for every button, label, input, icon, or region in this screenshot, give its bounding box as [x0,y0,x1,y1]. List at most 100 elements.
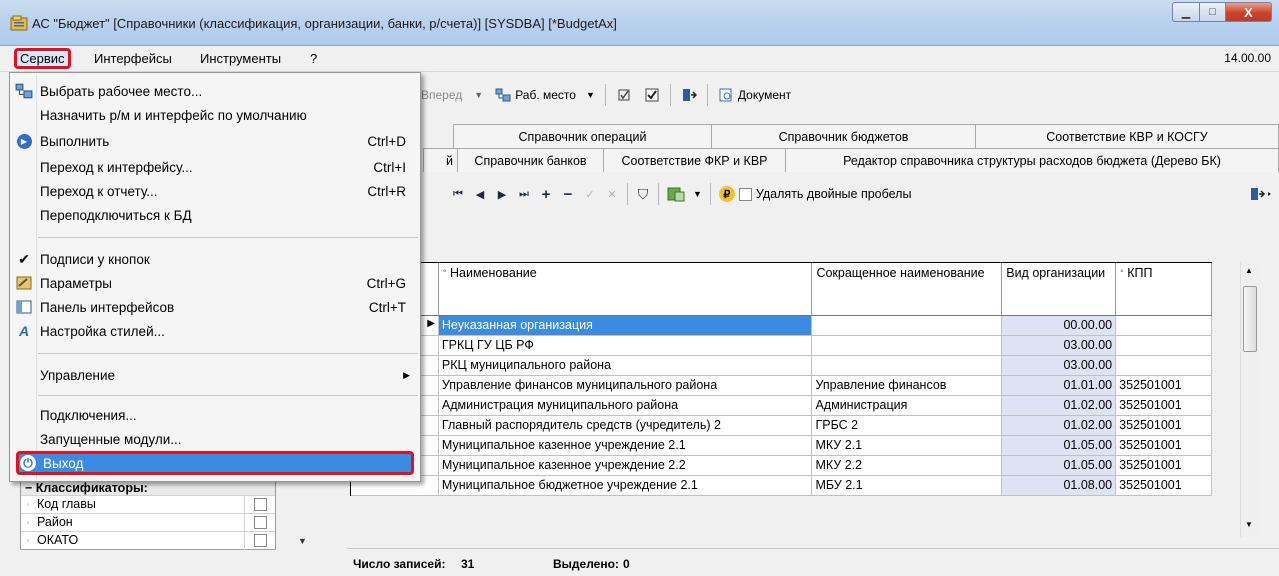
cell-kpp[interactable]: 352501001 [1116,436,1213,455]
grid-header-name[interactable]: ° Наименование [438,263,813,315]
scroll-down-icon[interactable]: ▼ [1245,520,1253,529]
remove-double-spaces-checkbox[interactable] [738,187,752,201]
first-record-icon[interactable]: ⏮ [447,188,469,201]
grid-header-org-type[interactable]: Вид организации [1002,263,1117,315]
grid-header-short-name[interactable]: Сокращенное наименование [812,263,1003,315]
classifier-checkbox[interactable] [253,516,267,529]
tab-budget-tree-editor[interactable]: Редактор справочника структуры расходов … [785,148,1279,172]
cell-name[interactable]: Муниципальное казенное учреждение 2.2 [438,456,813,475]
table-settings-icon[interactable] [667,186,685,202]
scroll-thumb[interactable] [1243,286,1257,352]
grid-scrollbar[interactable]: ▲ ▼ [1240,262,1258,537]
tab-budgets[interactable]: Справочник бюджетов [711,124,975,148]
door-exit-icon[interactable] [1249,186,1273,202]
cell-name[interactable]: Управление финансов муниципального район… [438,376,813,395]
cell-kpp[interactable]: 352501001 [1116,476,1213,495]
cell-name[interactable]: ГРКЦ ГУ ЦБ РФ [438,336,813,355]
cell-short-name[interactable]: Администрация [812,396,1003,415]
next-record-icon[interactable]: ▶ [491,188,513,201]
menu-item-goto-interface[interactable]: Переход к интерфейсу... Ctrl+I [10,155,420,179]
classifier-checkbox[interactable] [253,498,267,511]
settings-dropdown-icon[interactable]: ▼ [689,189,706,199]
table-row[interactable]: Муниципальное казенное учреждение 2.1 МКУ… [351,436,1213,456]
cell-name[interactable]: РКЦ муниципального района [438,356,813,375]
scroll-up-icon[interactable]: ▲ [1245,266,1253,275]
table-row[interactable]: Муниципальное казенное учреждение 2.2 МКУ… [351,456,1213,476]
table-row[interactable]: ▶ Неуказанная организация 00.00.00 [351,316,1213,336]
menu-item-select-workplace[interactable]: Выбрать рабочее место... [10,79,420,103]
cell-kpp[interactable] [1116,356,1213,375]
menu-item-running-modules[interactable]: Запущенные модули... [10,427,420,451]
tab-fkr-kvr[interactable]: Соответствие ФКР и КВР [603,148,785,172]
filter-icon[interactable]: ⛉ [632,186,654,203]
minimize-button[interactable]: ▁ [1172,2,1200,22]
cell-name[interactable]: Неуказанная организация [438,316,813,335]
cell-name[interactable]: Муниципальное бюджетное учреждение 2.1 [438,476,813,495]
close-button[interactable]: X [1226,2,1272,22]
classifier-row[interactable]: ◦ ОКАТО [21,531,275,550]
menu-item-goto-report[interactable]: Переход к отчету... Ctrl+R [10,179,420,203]
delete-record-icon[interactable]: − [557,186,579,203]
cell-org-type[interactable]: 01.01.00 [1002,376,1117,395]
menu-item-style-settings[interactable]: A Настройка стилей... [10,319,420,343]
menu-item-management[interactable]: Управление ▶ [10,363,420,387]
menu-tools[interactable]: Инструменты [196,50,285,67]
cell-short-name[interactable] [812,316,1003,335]
cell-kpp[interactable] [1116,316,1213,335]
menu-item-reconnect-db[interactable]: Переподключиться к БД [10,203,420,227]
add-record-icon[interactable]: + [535,186,557,203]
menu-item-button-captions[interactable]: ✔ Подписи у кнопок [10,247,420,271]
classifier-row[interactable]: ◦ Код главы [21,495,275,514]
cell-name[interactable]: Муниципальное казенное учреждение 2.1 [438,436,813,455]
cell-short-name[interactable]: МКУ 2.1 [812,436,1003,455]
cell-org-type[interactable]: 03.00.00 [1002,336,1117,355]
table-row[interactable]: ГРКЦ ГУ ЦБ РФ 03.00.00 [351,336,1213,356]
forward-dropdown-icon[interactable]: ▼ [468,90,489,100]
cell-org-type[interactable]: 03.00.00 [1002,356,1117,375]
cell-short-name[interactable]: МКУ 2.2 [812,456,1003,475]
menu-item-connections[interactable]: Подключения... [10,403,420,427]
cell-name[interactable]: Администрация муниципального района [438,396,813,415]
maximize-button[interactable]: □ [1200,2,1226,22]
cell-org-type[interactable]: 01.05.00 [1002,436,1117,455]
tab-partial[interactable]: й [423,148,457,172]
exit-tool-button[interactable] [675,87,703,103]
confirm-edit-icon[interactable]: ✓ [579,188,601,201]
cell-org-type[interactable]: 01.08.00 [1002,476,1117,495]
menu-help[interactable]: ? [306,50,321,67]
table-row[interactable]: Администрация муниципального района Админ… [351,396,1213,416]
tab-banks[interactable]: Справочник банков [457,148,603,172]
cell-short-name[interactable]: Управление финансов [812,376,1003,395]
classifier-row[interactable]: ◦ Район [21,513,275,532]
cell-org-type[interactable]: 01.05.00 [1002,456,1117,475]
cell-name[interactable]: Главный распорядитель средств (учредител… [438,416,813,435]
menu-service[interactable]: Сервис [14,48,71,69]
tool-button-2[interactable] [638,87,666,103]
table-row[interactable]: Главный распорядитель средств (учредител… [351,416,1213,436]
menu-item-run[interactable]: ▶ Выполнить Ctrl+D [10,129,420,153]
menu-item-assign-default[interactable]: Назначить р/м и интерфейс по умолчанию [10,103,420,127]
cell-short-name[interactable] [812,336,1003,355]
prev-record-icon[interactable]: ◀ [469,188,491,201]
table-row[interactable]: РКЦ муниципального района 03.00.00 [351,356,1213,376]
cell-short-name[interactable]: МБУ 2.1 [812,476,1003,495]
tab-operations[interactable]: Справочник операций [453,124,711,148]
cell-kpp[interactable]: 352501001 [1116,376,1213,395]
cancel-edit-icon[interactable]: ✕ [601,188,623,201]
table-row[interactable]: Муниципальное бюджетное учреждение 2.1 МБ… [351,476,1213,496]
cell-org-type[interactable]: 01.02.00 [1002,416,1117,435]
cell-short-name[interactable] [812,356,1003,375]
cell-kpp[interactable]: 352501001 [1116,396,1213,415]
cell-kpp[interactable]: 352501001 [1116,416,1213,435]
classifiers-scroll-down-icon[interactable]: ▼ [298,536,307,546]
ruble-icon[interactable]: ₽ [718,186,735,202]
tool-button-1[interactable] [610,87,638,103]
menu-item-parameters[interactable]: Параметры Ctrl+G [10,271,420,295]
classifier-checkbox[interactable] [253,534,267,547]
workplace-button[interactable]: Раб. место ▼ [489,88,601,102]
cell-org-type[interactable]: 00.00.00 [1002,316,1117,335]
tab-kvr-kosgu[interactable]: Соответствие КВР и КОСГУ [975,124,1279,148]
cell-kpp[interactable]: 352501001 [1116,456,1213,475]
document-button[interactable]: Документ [712,87,797,103]
menu-item-exit[interactable]: ⏻ Выход [16,451,414,475]
